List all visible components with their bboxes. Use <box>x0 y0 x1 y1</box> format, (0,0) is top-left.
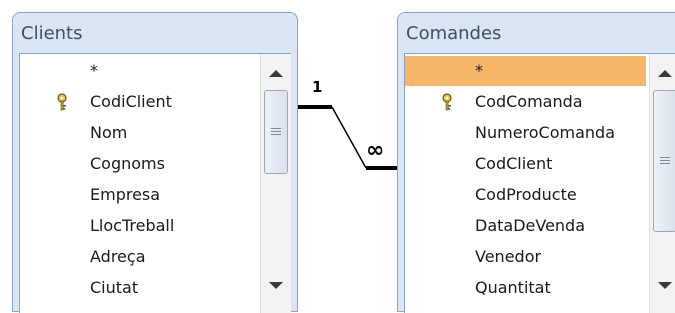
grip-icon <box>271 128 281 136</box>
field-all[interactable]: * <box>20 56 251 86</box>
field[interactable]: Cognoms <box>20 149 251 179</box>
field[interactable]: Empresa <box>20 180 251 210</box>
field-label: Cognoms <box>90 154 165 173</box>
field-label: CodProducte <box>475 185 577 204</box>
field[interactable]: Nom <box>20 118 251 148</box>
field[interactable]: NumeroComanda <box>405 118 640 148</box>
field-label: CodComanda <box>475 92 583 111</box>
table-comandes[interactable]: Comandes * CodComanda NumeroComanda CodC… <box>397 12 675 313</box>
field[interactable]: Quantitat <box>405 273 640 303</box>
field-label: Empresa <box>90 185 161 204</box>
vertical-scrollbar[interactable] <box>649 54 675 313</box>
field-label: Nom <box>90 123 128 142</box>
scroll-up-arrow-icon[interactable] <box>658 70 672 77</box>
field-label: LlocTreball <box>90 216 175 235</box>
field-primary-key[interactable]: CodComanda <box>405 87 640 117</box>
field-list[interactable]: * CodComanda NumeroComanda CodClient Cod… <box>404 53 675 313</box>
field[interactable]: Venedor <box>405 242 640 272</box>
grip-icon <box>660 157 670 165</box>
relationship-many-label: ∞ <box>366 138 385 163</box>
field[interactable]: CodClient <box>405 149 640 179</box>
field[interactable]: Adreça <box>20 242 251 272</box>
scroll-up-arrow-icon[interactable] <box>269 70 283 77</box>
field-label: Adreça <box>90 247 146 266</box>
field-label: NumeroComanda <box>475 123 616 142</box>
field-primary-key[interactable]: CodiClient <box>20 87 251 117</box>
vertical-scrollbar[interactable] <box>260 54 291 313</box>
field-label: CodClient <box>475 154 553 173</box>
field-list[interactable]: * CodiClient Nom Cognoms Empresa LlocTre… <box>19 53 291 313</box>
scroll-down-arrow-icon[interactable] <box>658 282 672 289</box>
field-label: * <box>90 61 98 80</box>
field-label: CodiClient <box>90 92 172 111</box>
scroll-down-arrow-icon[interactable] <box>269 282 283 289</box>
field[interactable]: Ciutat <box>20 273 251 303</box>
key-icon <box>57 93 67 111</box>
scroll-thumb[interactable] <box>264 90 288 174</box>
table-clients[interactable]: Clients * CodiClient Nom Cognoms Empresa… <box>12 12 298 313</box>
field-all-selected[interactable]: * <box>405 56 646 86</box>
field[interactable]: DataDeVenda <box>405 211 640 241</box>
field[interactable]: CodProducte <box>405 180 640 210</box>
field-label: Venedor <box>475 247 542 266</box>
table-title[interactable]: Clients <box>21 23 83 44</box>
field-label: Quantitat <box>475 278 551 297</box>
field-label: DataDeVenda <box>475 216 586 235</box>
scroll-thumb[interactable] <box>653 90 675 232</box>
field[interactable]: LlocTreball <box>20 211 251 241</box>
field-label: * <box>475 61 483 80</box>
field-label: Ciutat <box>90 278 139 297</box>
key-icon <box>442 93 452 111</box>
table-title[interactable]: Comandes <box>406 23 501 44</box>
relationship-one-label: 1 <box>312 78 323 96</box>
